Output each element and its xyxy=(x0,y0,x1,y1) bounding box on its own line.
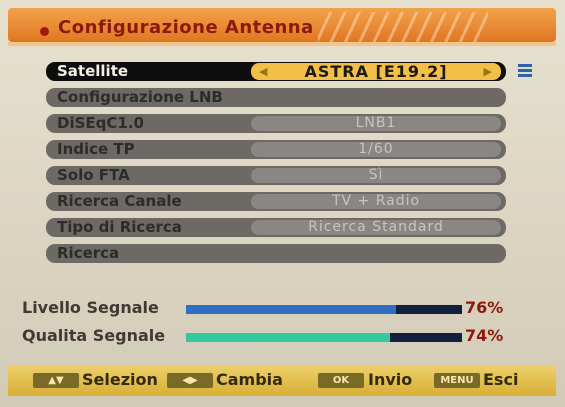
menu-row-value: LNB1 xyxy=(251,116,501,131)
menu-row-label: Solo FTA xyxy=(57,166,130,184)
arrow-right-icon[interactable]: ▶ xyxy=(484,63,493,80)
page-title: Configurazione Antenna xyxy=(58,17,314,38)
signal-level-fill xyxy=(186,305,396,314)
menu-row-search[interactable]: Ricerca xyxy=(46,244,506,263)
menu-row-label: Indice TP xyxy=(57,140,135,158)
menu-row-value: TV + Radio xyxy=(251,194,501,209)
enter-hint-label: Invio xyxy=(368,370,413,389)
menu-key-icon: MENU xyxy=(434,373,480,388)
header-bullet-icon xyxy=(40,27,49,36)
change-hint-label: Cambia xyxy=(216,370,283,389)
signal-quality-percent: 74% xyxy=(465,326,504,345)
menu-row-satellite[interactable]: Satellite ◀ ASTRA [E19.2] ▶ xyxy=(46,62,506,81)
signal-quality-bar xyxy=(186,333,462,342)
header-divider xyxy=(8,42,556,46)
header-decoration xyxy=(318,12,488,42)
menu-row-tp-index[interactable]: Indice TP 1/60 xyxy=(46,140,506,159)
signal-level-label: Livello Segnale xyxy=(22,298,159,317)
menu-row-label: Configurazione LNB xyxy=(57,88,223,106)
up-down-key-icon: ▲▼ xyxy=(33,373,79,388)
menu-row-value: 1/60 xyxy=(251,142,501,157)
ok-key-icon: OK xyxy=(318,373,364,388)
menu-row-value: Ricerca Standard xyxy=(251,220,501,235)
menu-row-label: DiSEqC1.0 xyxy=(57,114,144,132)
list-icon xyxy=(518,64,532,78)
signal-quality-fill xyxy=(186,333,391,342)
menu-row-value: Sì xyxy=(251,168,501,183)
signal-level-bar xyxy=(186,305,462,314)
arrow-left-icon[interactable]: ◀ xyxy=(259,63,268,80)
signal-level-percent: 76% xyxy=(465,298,504,317)
menu-row-channel-search[interactable]: Ricerca Canale TV + Radio xyxy=(46,192,506,211)
menu-row-label: Tipo di Ricerca xyxy=(57,218,182,236)
tv-screen: Configurazione Antenna Satellite ◀ ASTRA… xyxy=(0,0,565,407)
menu-row-diseqc[interactable]: DiSEqC1.0 LNB1 xyxy=(46,114,506,133)
menu-row-label: Satellite xyxy=(57,62,129,80)
signal-quality-label: Qualita Segnale xyxy=(22,326,166,345)
satellite-value: ASTRA [E19.2] xyxy=(304,62,448,81)
menu-row-search-type[interactable]: Tipo di Ricerca Ricerca Standard xyxy=(46,218,506,237)
left-right-key-icon: ◀▶ xyxy=(167,373,213,388)
menu-row-label: Ricerca xyxy=(57,244,120,262)
exit-hint-label: Esci xyxy=(483,370,519,389)
select-hint-label: Selezion xyxy=(82,370,158,389)
menu-row-fta-only[interactable]: Solo FTA Sì xyxy=(46,166,506,185)
menu-row-lnb-config[interactable]: Configurazione LNB xyxy=(46,88,506,107)
menu-row-label: Ricerca Canale xyxy=(57,192,182,210)
satellite-selector[interactable]: ◀ ASTRA [E19.2] ▶ xyxy=(251,63,501,80)
